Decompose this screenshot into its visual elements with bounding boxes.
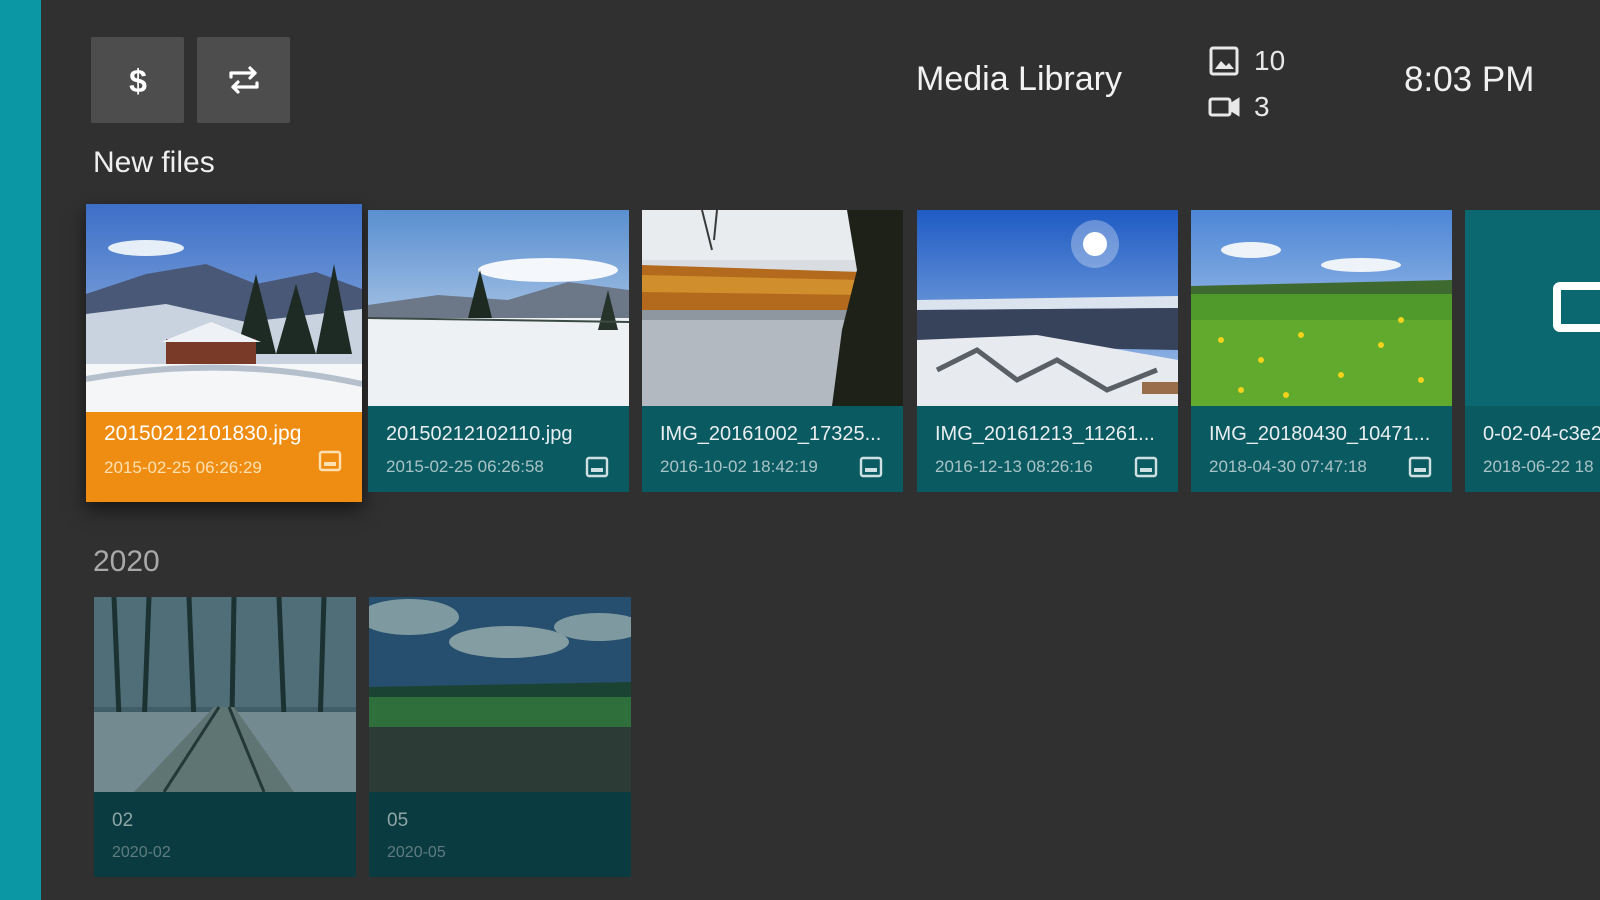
thumbnail <box>368 210 629 406</box>
folder-card[interactable]: 02 2020-02 <box>94 597 356 877</box>
image-icon <box>1408 456 1432 478</box>
section-year: 2020 <box>93 545 160 578</box>
image-icon <box>318 450 342 472</box>
image-icon <box>859 456 883 478</box>
clock: 8:03 PM <box>1404 60 1535 99</box>
file-name: IMG_20161213_11261... <box>935 423 1155 445</box>
media-card[interactable]: IMG_20161213_11261... 2016-12-13 08:26:1… <box>917 210 1178 492</box>
folder-name: 05 <box>387 810 409 831</box>
folder-date: 2020-05 <box>387 844 446 861</box>
media-card[interactable]: 20150212101830.jpg 2015-02-25 06:26:29 <box>86 204 362 502</box>
folder-name: 02 <box>112 810 134 831</box>
thumbnail <box>1191 210 1452 406</box>
file-name: 20150212102110.jpg <box>386 423 573 445</box>
thumbnail <box>642 210 903 406</box>
file-name: IMG_20180430_10471... <box>1209 423 1431 445</box>
media-counts: 10 3 <box>1208 38 1285 130</box>
file-date: 2016-12-13 08:26:16 <box>935 457 1093 476</box>
thumbnail <box>917 210 1178 406</box>
file-name: 0-02-04-c3e2 <box>1483 423 1600 445</box>
svg-text:$: $ <box>129 63 147 98</box>
media-card[interactable]: IMG_20180430_10471... 2018-04-30 07:47:1… <box>1191 210 1452 492</box>
file-date: 2018-06-22 18 <box>1483 457 1594 476</box>
file-date: 2018-04-30 07:47:18 <box>1209 457 1367 476</box>
thumbnail <box>369 597 631 792</box>
image-icon <box>585 456 609 478</box>
file-name: IMG_20161002_17325... <box>660 423 882 445</box>
file-date: 2015-02-25 06:26:58 <box>386 457 544 476</box>
swap-button[interactable] <box>197 37 290 123</box>
video-icon <box>1553 282 1600 332</box>
folder-card[interactable]: 05 2020-05 <box>369 597 631 877</box>
video-count-row: 3 <box>1208 84 1285 130</box>
currency-button[interactable]: $ <box>91 37 184 123</box>
dollar-icon: $ <box>129 63 147 98</box>
file-name: 20150212101830.jpg <box>104 422 302 445</box>
file-date: 2015-02-25 06:26:29 <box>104 458 262 477</box>
page-title: Media Library <box>916 60 1122 98</box>
image-icon <box>1134 456 1158 478</box>
folder-date: 2020-02 <box>112 844 171 861</box>
video-count: 3 <box>1254 91 1270 122</box>
section-new-files: New files <box>93 146 215 179</box>
video-placeholder <box>1465 210 1600 406</box>
side-rail <box>0 0 41 900</box>
image-count: 10 <box>1254 45 1286 76</box>
image-count-row: 10 <box>1208 38 1285 84</box>
video-camera-icon <box>1208 97 1240 117</box>
thumbnail <box>86 204 362 412</box>
thumbnail <box>94 597 356 792</box>
swap-arrows-icon <box>228 66 259 94</box>
media-card[interactable]: 0-02-04-c3e2 2018-06-22 18 <box>1465 210 1600 492</box>
image-icon <box>1209 46 1239 76</box>
file-date: 2016-10-02 18:42:19 <box>660 457 818 476</box>
media-card[interactable]: 20150212102110.jpg 2015-02-25 06:26:58 <box>368 210 629 492</box>
media-card[interactable]: IMG_20161002_17325... 2016-10-02 18:42:1… <box>642 210 903 492</box>
